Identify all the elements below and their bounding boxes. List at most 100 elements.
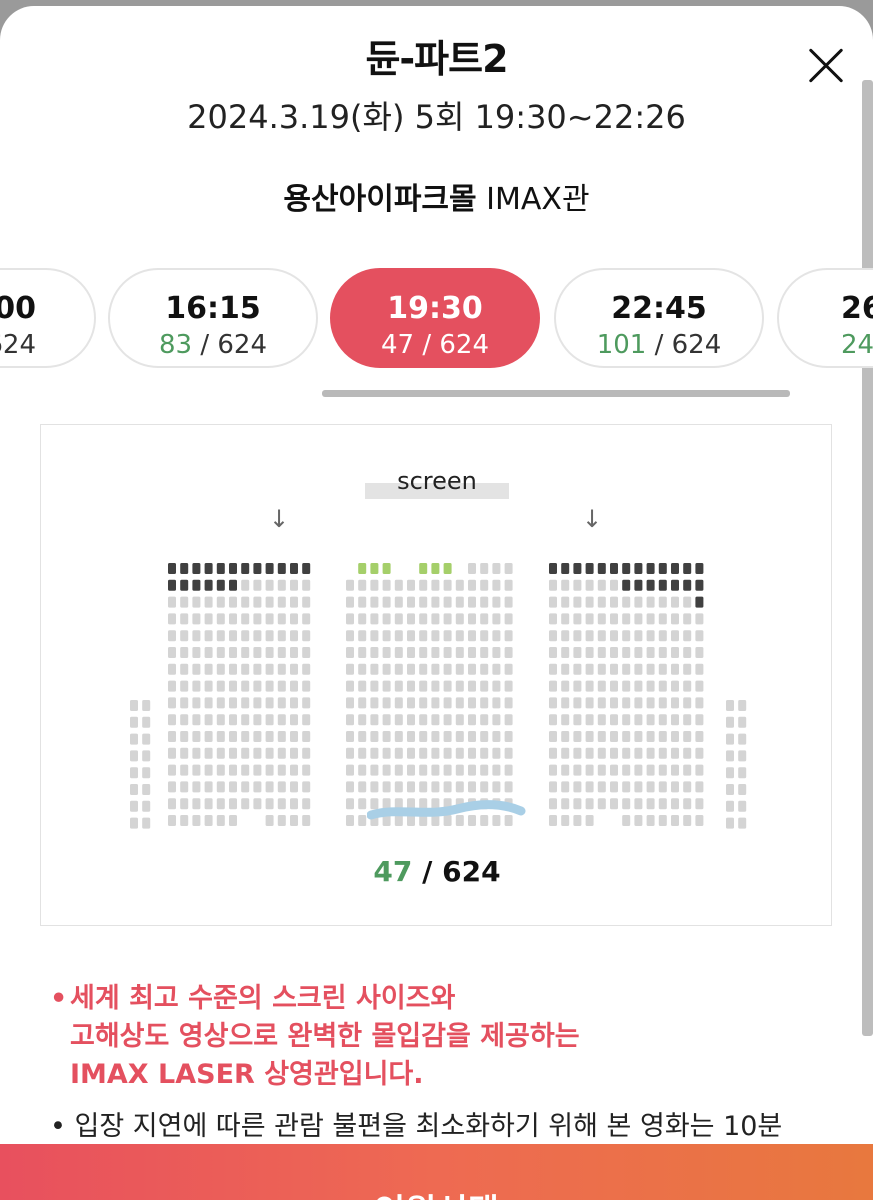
seat[interactable] (229, 764, 237, 776)
seat[interactable] (382, 731, 391, 742)
seat[interactable] (394, 764, 403, 776)
seat[interactable] (622, 731, 631, 742)
seat[interactable] (407, 714, 415, 726)
seat[interactable] (468, 714, 476, 726)
seat[interactable] (480, 731, 489, 742)
seat[interactable] (738, 784, 747, 795)
seat[interactable] (346, 747, 354, 759)
seat[interactable] (480, 647, 489, 658)
seat[interactable] (168, 781, 176, 793)
seat[interactable] (695, 613, 704, 625)
seat[interactable] (290, 714, 298, 726)
seat[interactable] (265, 596, 274, 608)
seat[interactable] (573, 781, 582, 793)
seat[interactable] (683, 697, 692, 709)
seat[interactable] (370, 764, 379, 776)
seat[interactable] (597, 613, 606, 625)
seat[interactable] (265, 781, 274, 793)
seat[interactable] (192, 781, 201, 793)
seat[interactable] (168, 714, 176, 726)
seat[interactable] (622, 714, 631, 726)
seat[interactable] (204, 815, 213, 826)
seat[interactable] (229, 630, 237, 642)
seat[interactable] (407, 781, 415, 793)
seat[interactable] (573, 613, 582, 625)
seat[interactable] (695, 697, 704, 709)
seat[interactable] (671, 731, 679, 742)
seat[interactable] (646, 579, 655, 591)
seat[interactable] (683, 815, 692, 826)
seat[interactable] (585, 596, 594, 608)
seat[interactable] (253, 781, 262, 793)
seat[interactable] (492, 764, 501, 776)
seat[interactable] (394, 714, 403, 726)
seat[interactable] (419, 647, 428, 658)
seat[interactable] (671, 630, 679, 642)
seat[interactable] (597, 630, 606, 642)
seat[interactable] (549, 764, 557, 776)
seat[interactable] (492, 663, 501, 675)
seat[interactable] (573, 680, 582, 692)
seat[interactable] (622, 563, 631, 574)
seat[interactable] (455, 731, 464, 742)
seat[interactable] (671, 647, 679, 658)
seat[interactable] (229, 680, 237, 692)
seat[interactable] (695, 579, 704, 591)
seat[interactable] (241, 563, 250, 574)
seat[interactable] (265, 714, 274, 726)
seat[interactable] (302, 680, 311, 692)
seat[interactable] (695, 764, 704, 776)
seat[interactable] (302, 647, 311, 658)
seat[interactable] (168, 613, 176, 625)
seat[interactable] (431, 781, 440, 793)
seat[interactable] (671, 764, 679, 776)
seat[interactable] (229, 747, 237, 759)
seat[interactable] (192, 747, 201, 759)
seat[interactable] (180, 613, 189, 625)
seat[interactable] (229, 781, 237, 793)
seat[interactable] (394, 781, 403, 793)
seat[interactable] (216, 697, 225, 709)
seat[interactable] (229, 563, 237, 574)
seat[interactable] (597, 697, 606, 709)
seat[interactable] (431, 579, 440, 591)
seat[interactable] (610, 596, 618, 608)
seat[interactable] (504, 747, 513, 759)
seat[interactable] (346, 630, 354, 642)
seat[interactable] (229, 647, 237, 658)
seat[interactable] (192, 579, 201, 591)
seat[interactable] (142, 700, 151, 711)
seat[interactable] (658, 815, 667, 826)
seat[interactable] (265, 630, 274, 642)
seat[interactable] (382, 747, 391, 759)
seat[interactable] (561, 596, 570, 608)
seat[interactable] (468, 579, 476, 591)
seat[interactable] (738, 716, 747, 728)
seat[interactable] (302, 630, 311, 642)
seat[interactable] (168, 663, 176, 675)
seat[interactable] (683, 630, 692, 642)
seat[interactable] (610, 630, 618, 642)
seat[interactable] (671, 714, 679, 726)
seat[interactable] (382, 714, 391, 726)
seat[interactable] (130, 716, 138, 728)
seat[interactable] (168, 764, 176, 776)
seat[interactable] (180, 714, 189, 726)
showtime-item[interactable]: 26 248 (777, 268, 873, 368)
seat[interactable] (671, 680, 679, 692)
seat[interactable] (695, 663, 704, 675)
seat[interactable] (204, 663, 213, 675)
seat[interactable] (573, 663, 582, 675)
seat[interactable] (443, 579, 452, 591)
seat[interactable] (504, 579, 513, 591)
seat[interactable] (431, 747, 440, 759)
seat[interactable] (622, 647, 631, 658)
seat[interactable] (302, 563, 311, 574)
seat[interactable] (573, 647, 582, 658)
seat[interactable] (394, 647, 403, 658)
seat[interactable] (204, 613, 213, 625)
seat[interactable] (597, 663, 606, 675)
seat[interactable] (646, 731, 655, 742)
seat[interactable] (504, 764, 513, 776)
seat[interactable] (610, 781, 618, 793)
